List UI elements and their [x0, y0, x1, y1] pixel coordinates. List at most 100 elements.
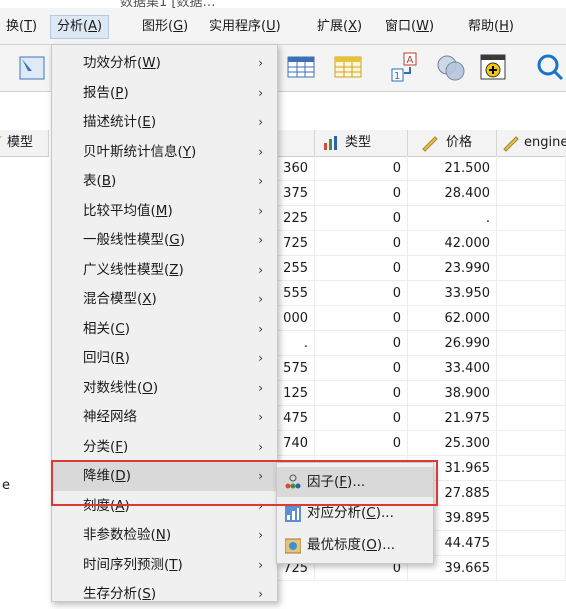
cell-type[interactable]: 0 — [315, 331, 408, 356]
highlight-annotation-box — [51, 460, 438, 506]
menu-graphs[interactable]: 图形(G) — [136, 16, 194, 38]
chevron-right-icon: › — [258, 144, 263, 159]
cell-price[interactable]: 23.990 — [408, 256, 497, 281]
menu-transform[interactable]: 换(T) — [0, 16, 43, 38]
cell-price[interactable]: 26.990 — [408, 331, 497, 356]
ruler-icon — [503, 136, 519, 152]
menu-item-descriptive-statistics[interactable]: 描述统计(E) › — [52, 108, 277, 137]
menu-item-loglinear[interactable]: 对数线性(O) › — [52, 374, 277, 403]
search-icon[interactable] — [534, 51, 566, 83]
chevron-right-icon: › — [258, 587, 263, 601]
cell-price[interactable]: 21.975 — [408, 406, 497, 431]
cell-engine[interactable] — [497, 356, 566, 381]
menu-item-classify[interactable]: 分类(F) › — [52, 433, 277, 462]
menu-bar: 换(T) 分析(A) 图形(G) 实用程序(U) 扩展(X) 窗口(W) 帮助(… — [0, 8, 566, 45]
cell-type[interactable]: 0 — [315, 181, 408, 206]
menu-item-survival[interactable]: 生存分析(S) › — [52, 580, 277, 609]
window-title-strip: 数据集1 [数据… — [0, 0, 566, 8]
menu-window[interactable]: 窗口(W) — [379, 16, 440, 38]
cell-price[interactable]: 62.000 — [408, 306, 497, 331]
menu-utilities[interactable]: 实用程序(U) — [203, 16, 287, 38]
cell-engine[interactable] — [497, 456, 566, 481]
cell-engine[interactable] — [497, 156, 566, 181]
chevron-right-icon: › — [258, 528, 263, 542]
cell-engine[interactable] — [497, 331, 566, 356]
cell-engine[interactable] — [497, 206, 566, 231]
cell-price[interactable]: 42.000 — [408, 231, 497, 256]
menu-item-nonparametric-tests[interactable]: 非参数检验(N) › — [52, 521, 277, 550]
menu-item-mixed-models[interactable]: 混合模型(X) › — [52, 285, 277, 314]
menu-extensions[interactable]: 扩展(X) — [311, 16, 368, 38]
show-all-variables-icon[interactable] — [478, 51, 510, 83]
cell-engine[interactable] — [497, 306, 566, 331]
cell-price[interactable]: 21.500 — [408, 156, 497, 181]
chevron-right-icon: › — [258, 85, 263, 100]
analyze-menu: 功效分析(W) › 报告(P) › 描述统计(E) › 贝叶斯统计信息(Y) › 表(B) › 比较… — [51, 44, 278, 602]
chevron-right-icon: › — [258, 115, 263, 129]
cell-price[interactable]: 25.300 — [408, 431, 497, 456]
cell-engine[interactable] — [497, 531, 566, 556]
variables-grid-icon[interactable] — [285, 51, 317, 83]
cell-type[interactable]: 0 — [315, 156, 408, 181]
use-sets-icon[interactable] — [435, 51, 467, 83]
cell-type[interactable]: 0 — [315, 206, 408, 231]
menu-item-neural-networks[interactable]: 神经网络 › — [52, 403, 277, 432]
optimal-scaling-icon — [285, 538, 301, 554]
menu-item-correlate[interactable]: 相关(C) › — [52, 315, 277, 344]
cell-engine[interactable] — [497, 506, 566, 531]
menu-item-tables[interactable]: 表(B) › — [52, 167, 277, 196]
cell-price[interactable]: 28.400 — [408, 181, 497, 206]
chevron-right-icon: › — [258, 174, 263, 188]
menu-item-general-linear-model[interactable]: 一般线性模型(G) › — [52, 226, 277, 255]
value-labels-grid-icon[interactable] — [332, 51, 364, 83]
cell-type[interactable]: 0 — [315, 431, 408, 456]
column-header-engine[interactable]: engine — [497, 130, 566, 157]
nominal-measure-icon — [324, 136, 337, 150]
svg-text:1: 1 — [394, 71, 400, 82]
cell-engine[interactable] — [497, 231, 566, 256]
cell-engine[interactable] — [497, 181, 566, 206]
column-header-type[interactable]: 类型 — [315, 130, 408, 157]
cell-engine[interactable] — [497, 256, 566, 281]
menu-item-regression[interactable]: 回归(R) › — [52, 344, 277, 373]
cell-type[interactable]: 0 — [315, 306, 408, 331]
chevron-right-icon: › — [258, 203, 263, 218]
chevron-right-icon: › — [258, 262, 263, 277]
menu-item-forecasting[interactable]: 时间序列预测(T) › — [52, 551, 277, 580]
select-cases-icon[interactable] — [16, 51, 48, 83]
menu-item-bayesian-statistics[interactable]: 贝叶斯统计信息(Y) › — [52, 138, 277, 167]
menu-item-compare-means[interactable]: 比较平均值(M) › — [52, 197, 277, 226]
cell-price[interactable]: 38.900 — [408, 381, 497, 406]
cell-type[interactable]: 0 — [315, 281, 408, 306]
svg-text:A: A — [407, 55, 414, 66]
chevron-right-icon: › — [258, 439, 263, 454]
menu-item-generalized-linear-models[interactable]: 广义线性模型(Z) › — [52, 256, 277, 285]
menu-item-power-analysis[interactable]: 功效分析(W) › — [52, 49, 277, 78]
cell-price[interactable]: 33.950 — [408, 281, 497, 306]
cell-type[interactable]: 0 — [315, 406, 408, 431]
chevron-right-icon: › — [258, 56, 263, 70]
chevron-right-icon: › — [258, 233, 263, 247]
chevron-right-icon: › — [258, 351, 263, 365]
menu-item-optimal-scaling[interactable]: 最优标度(O)... — [277, 531, 433, 560]
cell-type[interactable]: 0 — [315, 381, 408, 406]
cell-price[interactable]: . — [408, 206, 497, 231]
chevron-right-icon: › — [258, 292, 263, 306]
cell-type[interactable]: 0 — [315, 356, 408, 381]
menu-help[interactable]: 帮助(H) — [462, 16, 520, 38]
menu-item-reports[interactable]: 报告(P) › — [52, 79, 277, 108]
cell-engine[interactable] — [497, 556, 566, 581]
cell-engine[interactable] — [497, 431, 566, 456]
cell-engine[interactable] — [497, 281, 566, 306]
cell-price[interactable]: 33.400 — [408, 356, 497, 381]
column-header-model[interactable]: ⁄ 模型 — [0, 130, 49, 157]
cell-engine[interactable] — [497, 381, 566, 406]
column-header-price[interactable]: 价格 — [408, 130, 497, 157]
cell-engine[interactable] — [497, 481, 566, 506]
correspondence-icon — [285, 506, 301, 522]
value-labels-icon[interactable]: A1 — [390, 51, 422, 83]
cell-engine[interactable] — [497, 406, 566, 431]
cell-type[interactable]: 0 — [315, 256, 408, 281]
cell-type[interactable]: 0 — [315, 231, 408, 256]
menu-analyze[interactable]: 分析(A) — [50, 15, 110, 39]
